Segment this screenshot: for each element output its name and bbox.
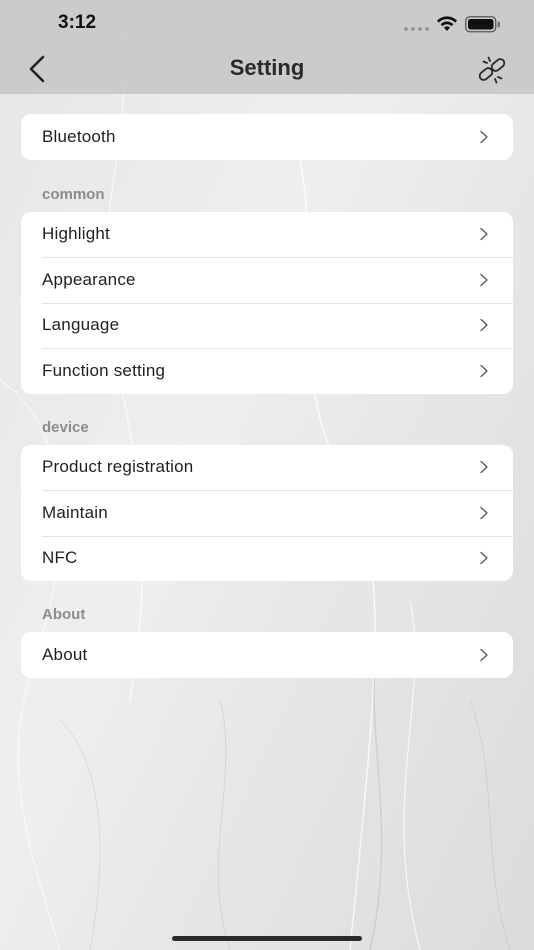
top-bar: 3:12 Setting	[0, 0, 534, 94]
chevron-right-icon	[480, 273, 488, 286]
section-header-common: common	[42, 185, 105, 203]
row-label: Function setting	[42, 360, 166, 380]
settings-list: Bluetooth common Highlight Appearance La…	[21, 114, 513, 678]
battery-icon	[465, 16, 500, 33]
settings-row-product-registration[interactable]: Product registration	[21, 445, 513, 491]
status-time: 3:12	[58, 12, 97, 33]
settings-row-about[interactable]: About	[21, 632, 513, 678]
chevron-right-icon	[480, 130, 488, 143]
about-group: About	[21, 632, 513, 678]
wifi-icon	[437, 16, 457, 31]
row-label: Appearance	[42, 269, 136, 289]
settings-row-maintain[interactable]: Maintain	[21, 490, 513, 536]
chevron-right-icon	[480, 552, 488, 565]
row-label: Product registration	[42, 457, 194, 477]
settings-row-bluetooth[interactable]: Bluetooth	[21, 114, 513, 160]
chevron-right-icon	[480, 461, 488, 474]
chevron-right-icon	[480, 648, 488, 661]
row-label: NFC	[42, 548, 78, 568]
section-header-device: device	[42, 418, 89, 436]
chevron-right-icon	[480, 228, 488, 241]
settings-row-appearance[interactable]: Appearance	[21, 257, 513, 303]
settings-row-highlight[interactable]: Highlight	[21, 212, 513, 258]
settings-row-language[interactable]: Language	[21, 302, 513, 349]
chevron-right-icon	[480, 506, 488, 519]
section-header-about: About	[42, 606, 86, 623]
home-indicator[interactable]	[172, 936, 362, 941]
row-label: Bluetooth	[42, 126, 116, 146]
chevron-right-icon	[480, 364, 488, 377]
unlink-icon	[478, 56, 506, 84]
settings-row-nfc[interactable]: NFC	[21, 535, 513, 582]
cellular-signal-icon	[404, 27, 429, 31]
row-label: Language	[42, 315, 120, 335]
common-group: Highlight Appearance Language Function s…	[21, 211, 513, 394]
disconnect-link-button[interactable]	[474, 52, 510, 88]
chevron-right-icon	[480, 319, 488, 332]
row-label: About	[42, 644, 88, 664]
device-group: Product registration Maintain NFC	[21, 444, 513, 582]
back-button[interactable]	[20, 52, 54, 86]
row-label: Highlight	[42, 224, 110, 244]
page-title: Setting	[229, 55, 305, 80]
settings-row-function-setting[interactable]: Function setting	[21, 348, 513, 394]
chevron-left-icon	[29, 55, 45, 83]
row-label: Maintain	[42, 502, 108, 522]
bluetooth-group: Bluetooth	[21, 114, 513, 160]
